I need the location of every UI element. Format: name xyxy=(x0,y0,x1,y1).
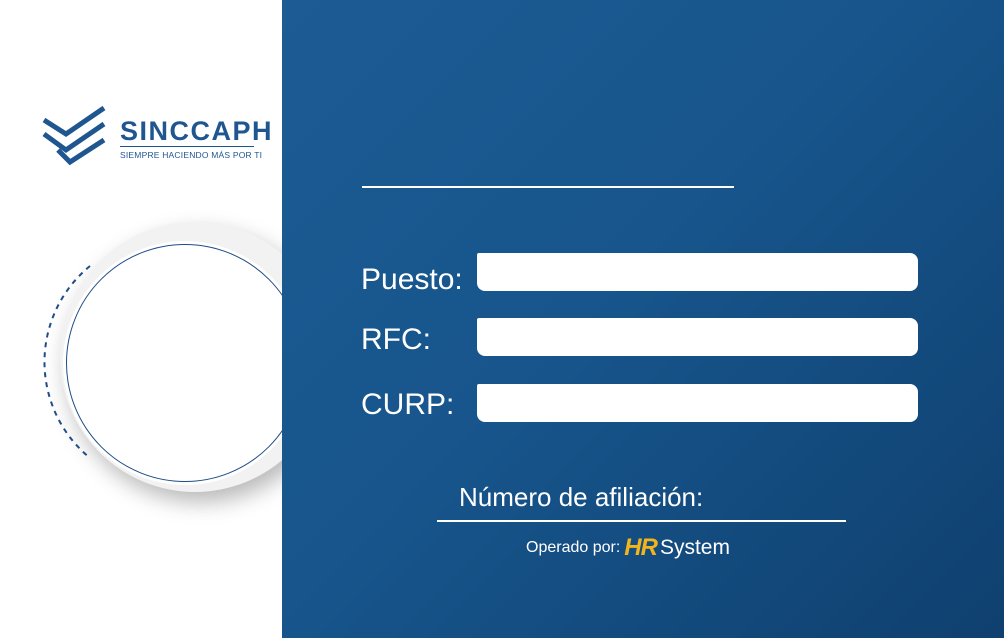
rfc-label: RFC: xyxy=(361,323,431,356)
id-card: SINCCAPH SIEMPRE HACIENDO MÁS POR TI Pue… xyxy=(0,0,1004,638)
operated-by: Operado por: HR System xyxy=(526,534,730,564)
puesto-field[interactable] xyxy=(477,253,918,291)
name-line xyxy=(362,186,734,188)
hr-logo-mark: HR xyxy=(624,534,658,561)
brand-divider xyxy=(120,146,254,147)
puesto-label: Puesto: xyxy=(361,263,463,296)
affiliation-line xyxy=(437,520,846,522)
photo-frame[interactable] xyxy=(66,244,304,482)
left-panel: SINCCAPH SIEMPRE HACIENDO MÁS POR TI xyxy=(0,0,330,638)
system-label: System xyxy=(659,536,730,559)
operated-by-label: Operado por: xyxy=(526,539,621,556)
brand-tagline: SIEMPRE HACIENDO MÁS POR TI xyxy=(120,150,263,160)
sinccaph-logo: SINCCAPH SIEMPRE HACIENDO MÁS POR TI xyxy=(42,104,272,170)
affiliation-label: Número de afiliación: xyxy=(459,482,704,512)
brand-name: SINCCAPH xyxy=(120,116,274,146)
rfc-field[interactable] xyxy=(477,318,918,356)
curp-label: CURP: xyxy=(361,388,455,421)
logo-mark-icon xyxy=(42,105,106,166)
curp-field[interactable] xyxy=(477,384,918,422)
